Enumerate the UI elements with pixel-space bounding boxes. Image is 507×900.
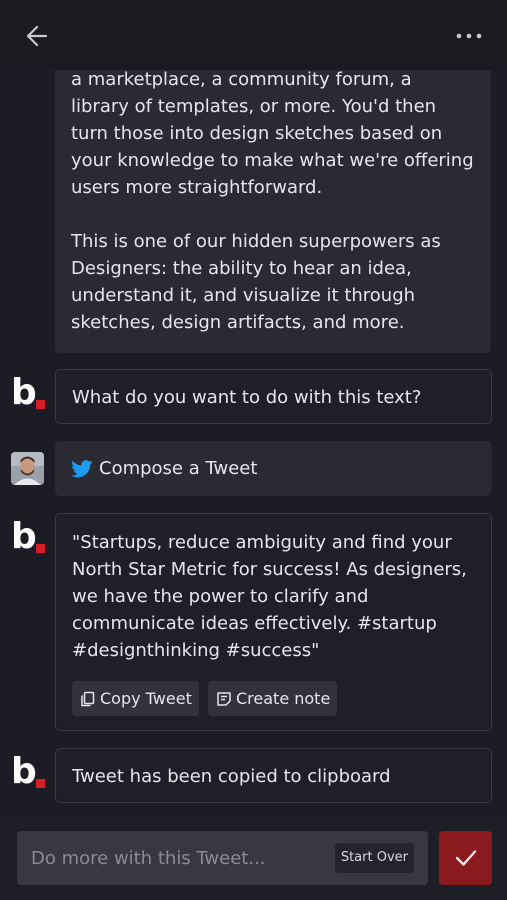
assistant-logo-icon: b — [11, 517, 47, 559]
more-horizontal-icon — [456, 33, 482, 39]
copy-icon — [81, 691, 95, 706]
assistant-logo-icon: b — [11, 752, 47, 794]
more-options-button[interactable] — [451, 22, 487, 50]
user-action-bubble: Compose a Tweet — [55, 441, 492, 496]
composer-input-container[interactable]: Start Over — [17, 831, 428, 885]
composer-bar: Start Over — [0, 816, 507, 900]
user-avatar — [11, 452, 44, 485]
arrow-left-icon — [26, 25, 48, 47]
copied-confirmation-bubble: Tweet has been copied to clipboard — [55, 748, 492, 803]
top-bar — [0, 0, 507, 70]
note-icon — [217, 691, 231, 706]
back-button[interactable] — [22, 22, 54, 50]
twitter-bird-icon — [71, 460, 93, 478]
assistant-logo-icon: b — [11, 373, 47, 415]
copy-tweet-button[interactable]: Copy Tweet — [72, 681, 199, 716]
checkmark-icon — [455, 850, 477, 866]
chat-thread[interactable]: a marketplace, a community forum, a libr… — [0, 70, 507, 816]
create-note-label: Create note — [236, 689, 331, 708]
composer-input[interactable] — [17, 831, 317, 885]
copy-tweet-label: Copy Tweet — [100, 689, 192, 708]
start-over-button[interactable]: Start Over — [334, 843, 414, 873]
send-button[interactable] — [439, 831, 492, 885]
generated-tweet-bubble: "Startups, reduce ambiguity and find you… — [55, 513, 492, 731]
assistant-question-bubble: What do you want to do with this text? — [55, 369, 492, 424]
tweet-text: "Startups, reduce ambiguity and find you… — [72, 532, 467, 661]
create-note-button[interactable]: Create note — [208, 681, 338, 716]
assistant-message-bubble: a marketplace, a community forum, a libr… — [55, 70, 491, 353]
user-action-label: Compose a Tweet — [99, 458, 258, 479]
